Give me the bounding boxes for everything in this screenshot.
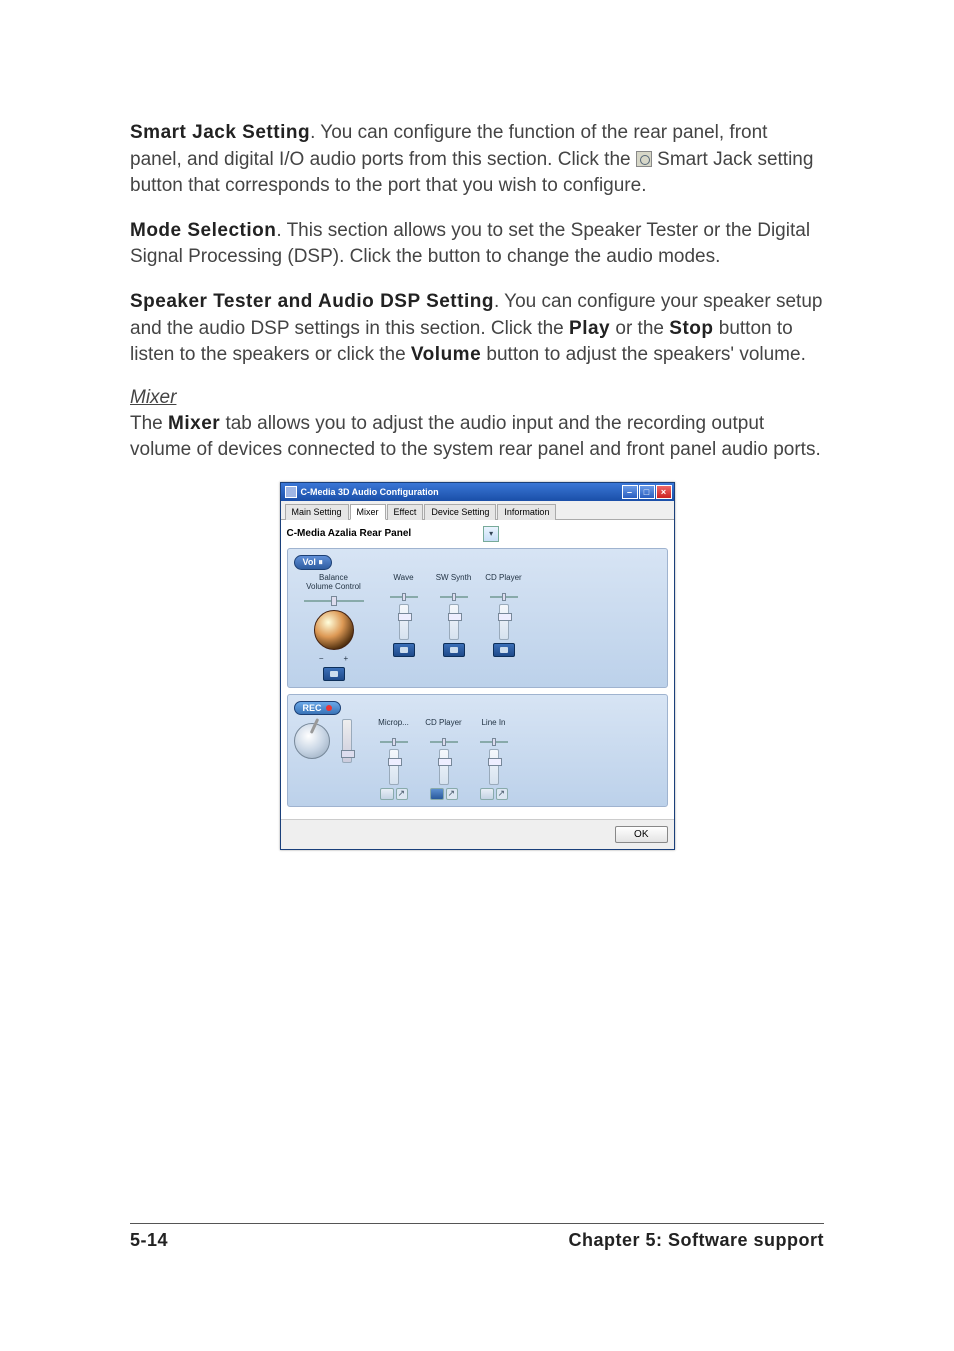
tab-strip: Main Setting Mixer Effect Device Setting… — [281, 501, 674, 520]
linein-volume-slider[interactable] — [489, 749, 499, 785]
mic-advanced-button[interactable] — [396, 788, 408, 800]
text: or the — [610, 318, 669, 339]
microphone-icon — [294, 723, 330, 759]
channel-sw-synth: SW Synth — [434, 574, 474, 657]
mode-selection-heading: Mode Selection — [130, 220, 276, 241]
page-number: 5-14 — [130, 1230, 168, 1251]
stop-label: Stop — [669, 318, 713, 339]
tab-information[interactable]: Information — [497, 504, 556, 520]
master-volume-knob[interactable] — [314, 610, 354, 650]
device-label: C-Media Azalia Rear Panel — [287, 528, 412, 539]
smart-jack-paragraph: Smart Jack Setting. You can configure th… — [130, 120, 824, 200]
swsynth-mute-button[interactable] — [443, 643, 465, 657]
rec-cd-volume-slider[interactable] — [439, 749, 449, 785]
swsynth-volume-slider[interactable] — [449, 604, 459, 640]
mode-selection-paragraph: Mode Selection. This section allows you … — [130, 218, 824, 271]
channel-label: Wave — [393, 574, 413, 590]
mixer-section-title: Mixer — [130, 387, 824, 409]
cd-balance-slider[interactable] — [490, 593, 518, 601]
vol-pill: Vol ⏸ — [294, 555, 332, 570]
speaker-tester-heading: Speaker Tester and Audio DSP Setting — [130, 291, 494, 312]
rec-cd-advanced-button[interactable] — [446, 788, 458, 800]
speaker-tester-paragraph: Speaker Tester and Audio DSP Setting. Yo… — [130, 289, 824, 369]
channel-line-in: Line In — [474, 719, 514, 800]
channel-wave: Wave — [384, 574, 424, 657]
text: tab allows you to adjust the audio input… — [130, 413, 821, 461]
rec-cd-balance-slider[interactable] — [430, 738, 458, 746]
mixer-bold: Mixer — [168, 413, 220, 434]
linein-balance-slider[interactable] — [480, 738, 508, 746]
record-dot-icon — [326, 705, 332, 711]
play-label: Play — [569, 318, 610, 339]
rec-pill: REC — [294, 701, 341, 715]
record-master-slider[interactable] — [342, 719, 352, 763]
rec-cd-select-button[interactable] — [430, 788, 444, 800]
channel-label: CD Player — [425, 719, 461, 735]
text: button to adjust the speakers' volume. — [481, 344, 806, 365]
chapter-label: Chapter 5: Software support — [568, 1230, 824, 1251]
cd-volume-slider[interactable] — [499, 604, 509, 640]
window-title: C-Media 3D Audio Configuration — [301, 487, 439, 497]
maximize-button[interactable]: □ — [639, 485, 655, 499]
tab-main-setting[interactable]: Main Setting — [285, 504, 349, 520]
mic-volume-slider[interactable] — [389, 749, 399, 785]
minimize-button[interactable]: – — [622, 485, 638, 499]
device-dropdown[interactable]: ▾ — [483, 526, 499, 542]
mixer-paragraph: The Mixer tab allows you to adjust the a… — [130, 411, 824, 464]
page-footer: 5-14 Chapter 5: Software support — [130, 1223, 824, 1251]
tab-content: C-Media Azalia Rear Panel ▾ Vol ⏸ Balanc… — [281, 520, 674, 819]
linein-select-button[interactable] — [480, 788, 494, 800]
volume-label: Volume — [411, 344, 481, 365]
linein-advanced-button[interactable] — [496, 788, 508, 800]
swsynth-balance-slider[interactable] — [440, 593, 468, 601]
channel-label: Line In — [481, 719, 505, 735]
ok-button[interactable]: OK — [615, 826, 667, 843]
wave-balance-slider[interactable] — [390, 593, 418, 601]
channel-cd-player: CD Player — [484, 574, 524, 657]
smart-jack-heading: Smart Jack Setting — [130, 122, 310, 143]
mic-select-button[interactable] — [380, 788, 394, 800]
record-panel: REC Microp... — [287, 694, 668, 807]
master-mute-button[interactable] — [323, 667, 345, 681]
cd-mute-button[interactable] — [493, 643, 515, 657]
channel-label: CD Player — [485, 574, 521, 590]
volume-control-label: Volume Control — [306, 583, 361, 592]
wave-volume-slider[interactable] — [399, 604, 409, 640]
dialog-button-bar: OK — [281, 819, 674, 849]
smart-jack-icon — [636, 151, 652, 167]
channel-microphone: Microp... — [374, 719, 414, 800]
close-button[interactable]: × — [656, 485, 672, 499]
window-titlebar: C-Media 3D Audio Configuration – □ × — [281, 483, 674, 501]
wave-mute-button[interactable] — [393, 643, 415, 657]
text: The — [130, 413, 168, 434]
tab-mixer[interactable]: Mixer — [350, 504, 386, 520]
channel-rec-cd: CD Player — [424, 719, 464, 800]
volume-panel: Vol ⏸ Balance Volume Control − + — [287, 548, 668, 688]
master-balance-slider[interactable] — [304, 596, 364, 606]
tab-effect[interactable]: Effect — [387, 504, 424, 520]
app-icon — [285, 486, 297, 498]
channel-label: SW Synth — [436, 574, 472, 590]
audio-config-window: C-Media 3D Audio Configuration – □ × Mai… — [280, 482, 675, 850]
mic-balance-slider[interactable] — [380, 738, 408, 746]
channel-label: Microp... — [378, 719, 409, 735]
tab-device-setting[interactable]: Device Setting — [424, 504, 496, 520]
